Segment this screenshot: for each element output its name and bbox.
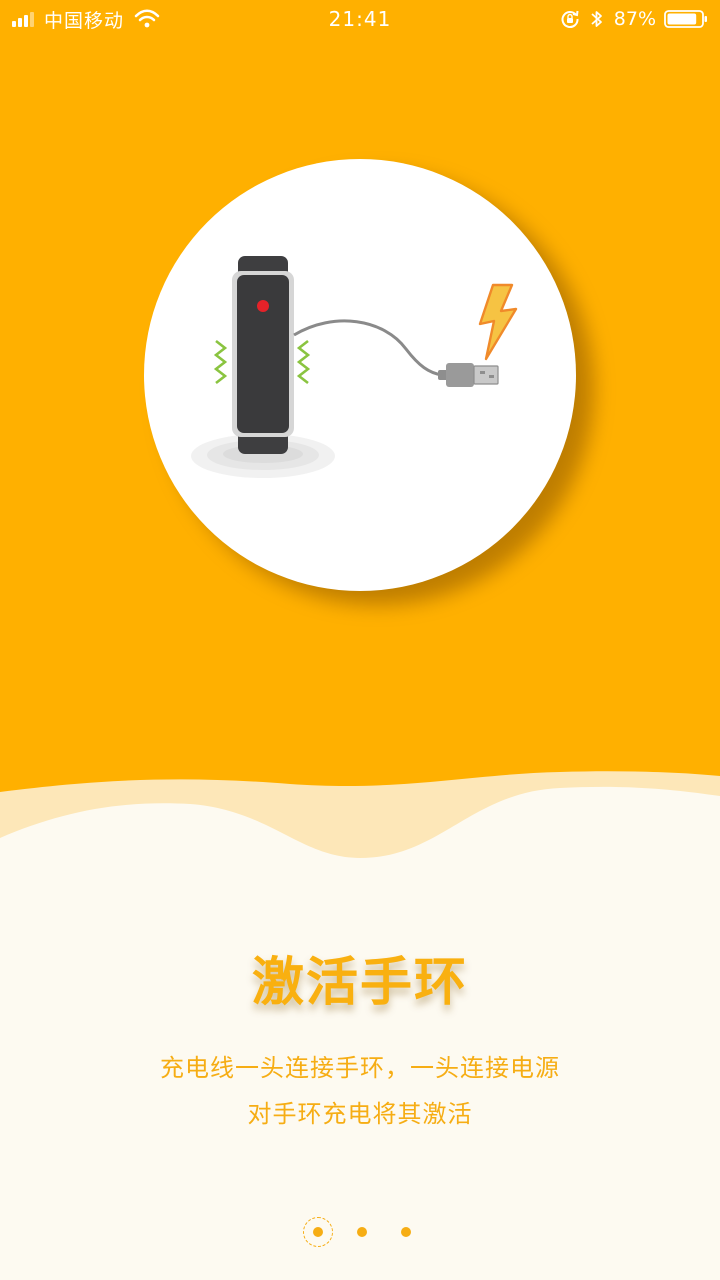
fitness-band-icon — [232, 256, 294, 454]
usb-cable-icon — [293, 319, 499, 387]
status-bar: 中国移动 21:41 87% — [0, 0, 720, 38]
illustration-circle — [144, 159, 594, 605]
description-line-1: 充电线一头连接手环，一头连接电源 — [160, 1054, 560, 1082]
rotation-lock-icon — [561, 10, 579, 28]
page-indicator — [0, 1216, 720, 1250]
battery-percent: 87% — [613, 8, 656, 30]
page-dot[interactable] — [357, 1227, 367, 1237]
page-dot-active[interactable] — [303, 1217, 333, 1247]
charging-illustration — [191, 256, 518, 478]
bluetooth-icon — [591, 11, 602, 27]
onboarding-screen: 中国移动 21:41 87% 激活手环 充电线一头连接手环，一头连接电源 对手环… — [0, 0, 720, 1280]
wave-divider — [0, 771, 720, 940]
battery-icon — [664, 10, 707, 28]
lightning-icon — [478, 283, 518, 361]
status-right: 87% — [560, 7, 708, 31]
description-line-2: 对手环充电将其激活 — [247, 1100, 473, 1128]
page-dot[interactable] — [401, 1227, 411, 1237]
page-title: 激活手环 — [251, 953, 468, 1013]
